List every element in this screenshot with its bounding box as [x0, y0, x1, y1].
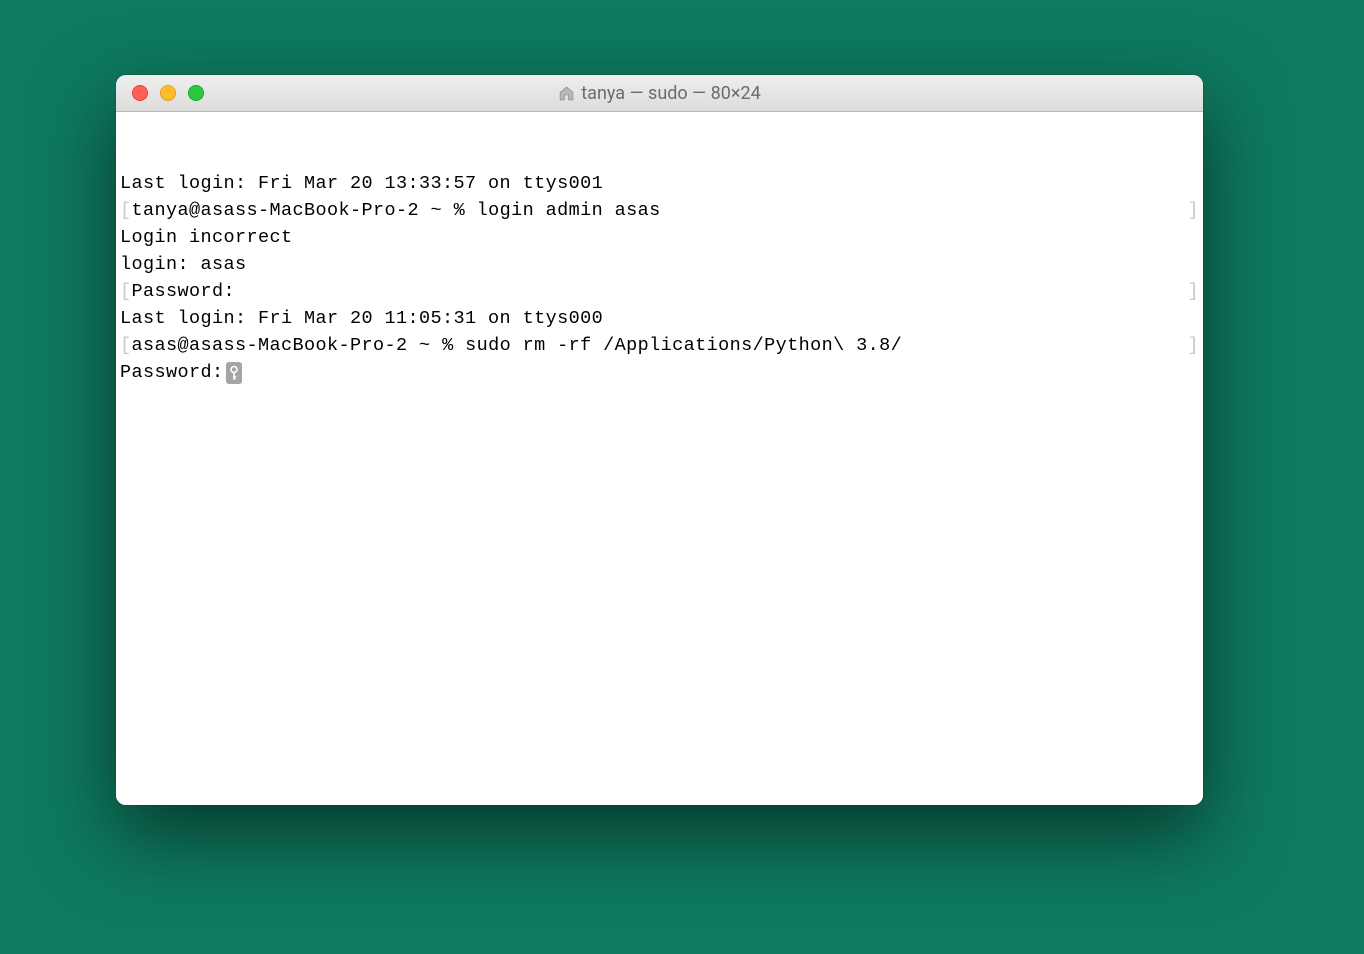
terminal-text: Login incorrect	[120, 224, 293, 251]
terminal-line: Last login: Fri Mar 20 13:33:57 on ttys0…	[120, 170, 1199, 197]
bracket-left: [	[120, 278, 132, 305]
terminal-text: Last login: Fri Mar 20 13:33:57 on ttys0…	[120, 170, 603, 197]
terminal-content[interactable]: Last login: Fri Mar 20 13:33:57 on ttys0…	[116, 112, 1203, 805]
terminal-window: tanya — sudo — 80×24 Last login: Fri Mar…	[116, 75, 1203, 805]
terminal-text: asas@asass-MacBook-Pro-2 ~ % sudo rm -rf…	[132, 332, 1188, 359]
window-title-text: tanya — sudo — 80×24	[581, 83, 760, 104]
terminal-line: Login incorrect	[120, 224, 1199, 251]
terminal-line: Last login: Fri Mar 20 11:05:31 on ttys0…	[120, 305, 1199, 332]
terminal-line: [asas@asass-MacBook-Pro-2 ~ % sudo rm -r…	[120, 332, 1199, 359]
terminal-text: Password:	[120, 359, 224, 386]
terminal-text: tanya@asass-MacBook-Pro-2 ~ % login admi…	[132, 197, 1188, 224]
terminal-text: Last login: Fri Mar 20 11:05:31 on ttys0…	[120, 305, 603, 332]
key-icon	[226, 362, 242, 384]
window-title: tanya — sudo — 80×24	[116, 83, 1203, 104]
maximize-button[interactable]	[188, 85, 204, 101]
terminal-line: login: asas	[120, 251, 1199, 278]
terminal-line: Password:	[120, 359, 1199, 386]
minimize-button[interactable]	[160, 85, 176, 101]
traffic-lights	[116, 85, 204, 101]
close-button[interactable]	[132, 85, 148, 101]
terminal-line: [tanya@asass-MacBook-Pro-2 ~ % login adm…	[120, 197, 1199, 224]
terminal-text: login: asas	[120, 251, 247, 278]
terminal-text: Password:	[132, 278, 1188, 305]
bracket-left: [	[120, 332, 132, 359]
window-titlebar[interactable]: tanya — sudo — 80×24	[116, 75, 1203, 112]
bracket-right: ]	[1187, 332, 1199, 359]
bracket-right: ]	[1187, 278, 1199, 305]
home-icon	[558, 85, 575, 102]
bracket-right: ]	[1187, 197, 1199, 224]
terminal-line: [Password:]	[120, 278, 1199, 305]
bracket-left: [	[120, 197, 132, 224]
